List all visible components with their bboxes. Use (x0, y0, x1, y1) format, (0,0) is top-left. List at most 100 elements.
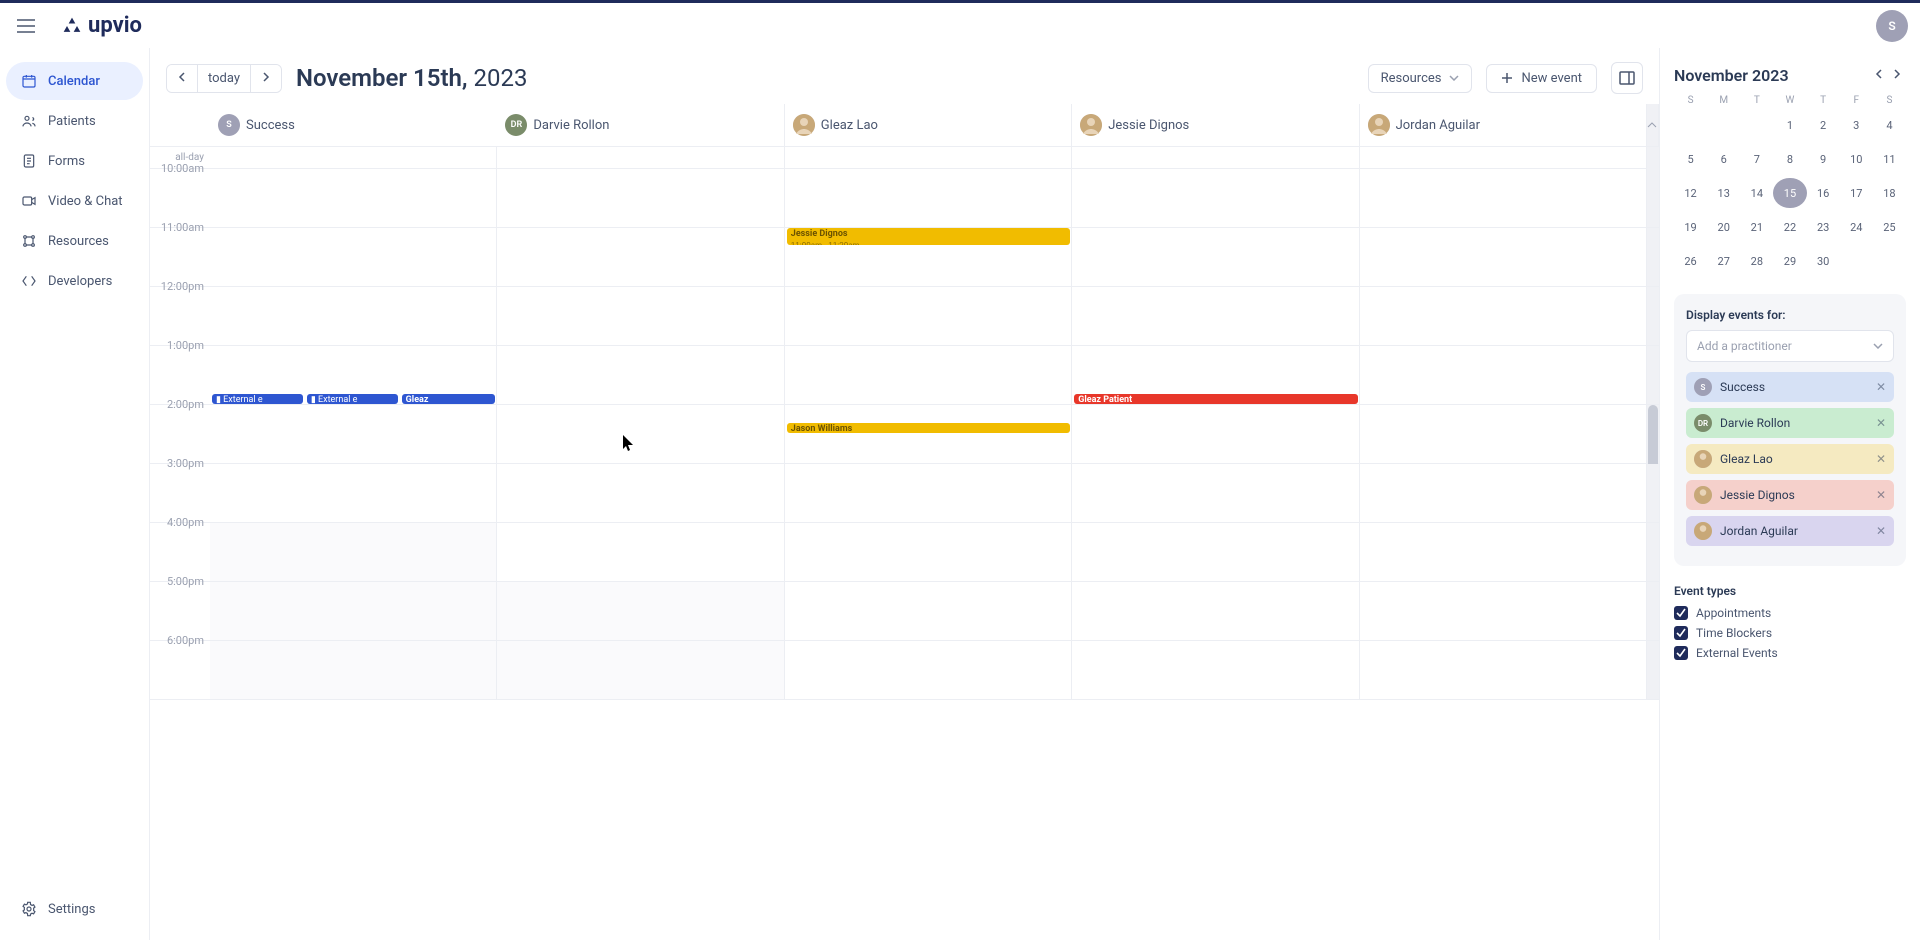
time-slot[interactable] (1072, 169, 1359, 228)
time-slot[interactable] (1360, 346, 1647, 405)
mini-cal-day[interactable]: 8 (1773, 144, 1806, 174)
time-slot[interactable] (1360, 169, 1647, 228)
mini-cal-day[interactable]: 18 (1873, 178, 1906, 208)
scrollbar[interactable] (1647, 464, 1659, 523)
sidebar-item-resources[interactable]: Resources (6, 222, 143, 260)
time-slot[interactable] (1360, 641, 1647, 700)
resource-column-0[interactable]: SSuccess (210, 104, 497, 147)
time-slot[interactable] (210, 287, 497, 346)
mini-cal-day[interactable]: 23 (1807, 212, 1840, 242)
time-slot[interactable] (497, 346, 784, 405)
practitioner-chip[interactable]: Jordan Aguilar✕ (1686, 516, 1894, 546)
sidebar-item-video-chat[interactable]: Video & Chat (6, 182, 143, 220)
sidebar-item-patients[interactable]: Patients (6, 102, 143, 140)
resource-column-3[interactable]: Jessie Dignos (1072, 104, 1359, 147)
time-slot[interactable] (785, 582, 1072, 641)
scroll-up-icon[interactable] (1647, 121, 1657, 129)
mini-cal-day[interactable]: 15 (1773, 178, 1806, 208)
time-slot[interactable] (1072, 405, 1359, 464)
remove-chip-icon[interactable]: ✕ (1876, 488, 1886, 502)
mini-cal-day[interactable]: 19 (1674, 212, 1707, 242)
time-slot[interactable] (210, 464, 497, 523)
mini-cal-day[interactable]: 17 (1840, 178, 1873, 208)
time-slot[interactable] (1360, 464, 1647, 523)
scrollbar[interactable] (1647, 405, 1659, 464)
add-practitioner-dropdown[interactable]: Add a practitioner (1686, 330, 1894, 362)
mini-cal-day[interactable]: 21 (1740, 212, 1773, 242)
time-slot[interactable] (497, 464, 784, 523)
time-slot[interactable] (1072, 287, 1359, 346)
calendar-event[interactable]: ▮ External e (307, 394, 398, 404)
calendar-event[interactable]: ▮ External e (212, 394, 303, 404)
practitioner-chip[interactable]: DRDarvie Rollon✕ (1686, 408, 1894, 438)
scrollbar[interactable] (1647, 169, 1659, 228)
mini-cal-day[interactable]: 9 (1807, 144, 1840, 174)
time-slot[interactable] (1360, 405, 1647, 464)
scrollbar[interactable] (1647, 641, 1659, 700)
mini-cal-day[interactable]: 25 (1873, 212, 1906, 242)
mini-cal-day[interactable]: 2 (1807, 110, 1840, 140)
mini-cal-day[interactable]: 27 (1707, 246, 1740, 276)
time-slot[interactable] (785, 169, 1072, 228)
time-slot[interactable] (210, 641, 497, 700)
time-slot[interactable] (785, 464, 1072, 523)
remove-chip-icon[interactable]: ✕ (1876, 524, 1886, 538)
time-slot[interactable] (497, 582, 784, 641)
time-slot[interactable] (1072, 523, 1359, 582)
calendar-event[interactable]: Gleaz Patient (1074, 394, 1357, 404)
time-slot[interactable] (497, 641, 784, 700)
event-type-checkbox[interactable]: Appointments (1674, 606, 1906, 620)
mini-cal-day[interactable]: 20 (1707, 212, 1740, 242)
event-type-checkbox[interactable]: Time Blockers (1674, 626, 1906, 640)
sidebar-item-developers[interactable]: Developers (6, 262, 143, 300)
practitioner-chip[interactable]: Gleaz Lao✕ (1686, 444, 1894, 474)
sidebar-item-calendar[interactable]: Calendar (6, 62, 143, 100)
remove-chip-icon[interactable]: ✕ (1876, 452, 1886, 466)
time-slot[interactable] (785, 346, 1072, 405)
calendar-event[interactable]: Jessie Dignos11:00am - 11:20am (787, 228, 1070, 245)
mini-cal-day[interactable]: 1 (1773, 110, 1806, 140)
mini-cal-day[interactable]: 3 (1840, 110, 1873, 140)
mini-next-button[interactable] (1888, 64, 1906, 87)
time-slot[interactable] (1360, 582, 1647, 641)
remove-chip-icon[interactable]: ✕ (1876, 380, 1886, 394)
mini-cal-day[interactable]: 24 (1840, 212, 1873, 242)
mini-cal-day[interactable]: 26 (1674, 246, 1707, 276)
resources-dropdown[interactable]: Resources (1368, 64, 1473, 93)
time-slot[interactable] (210, 228, 497, 287)
scrollbar[interactable] (1647, 287, 1659, 346)
mini-prev-button[interactable] (1870, 64, 1888, 87)
mini-cal-day[interactable]: 29 (1773, 246, 1806, 276)
mini-cal-day[interactable]: 10 (1840, 144, 1873, 174)
time-slot[interactable] (210, 169, 497, 228)
time-grid[interactable]: 10:00am11:00am12:00pm1:00pm2:00pm3:00pm4… (150, 169, 1659, 700)
today-button[interactable]: today (197, 65, 250, 92)
time-slot[interactable] (785, 523, 1072, 582)
mini-cal-day[interactable]: 4 (1873, 110, 1906, 140)
mini-cal-day[interactable]: 30 (1807, 246, 1840, 276)
time-slot[interactable] (1072, 228, 1359, 287)
mini-cal-day[interactable]: 12 (1674, 178, 1707, 208)
time-slot[interactable] (210, 405, 497, 464)
menu-toggle[interactable] (12, 12, 40, 40)
time-slot[interactable] (1072, 464, 1359, 523)
mini-cal-day[interactable]: 16 (1807, 178, 1840, 208)
mini-cal-day[interactable]: 11 (1873, 144, 1906, 174)
calendar-event[interactable]: Gleaz (402, 394, 496, 404)
scrollbar[interactable] (1647, 228, 1659, 287)
time-slot[interactable] (785, 405, 1072, 464)
resource-column-2[interactable]: Gleaz Lao (785, 104, 1072, 147)
time-slot[interactable] (497, 287, 784, 346)
right-panel-toggle[interactable] (1611, 62, 1643, 94)
mini-cal-day[interactable]: 6 (1707, 144, 1740, 174)
time-slot[interactable] (1360, 523, 1647, 582)
mini-cal-day[interactable]: 28 (1740, 246, 1773, 276)
time-slot[interactable] (497, 228, 784, 287)
resource-column-4[interactable]: Jordan Aguilar (1360, 104, 1647, 147)
next-day-button[interactable] (250, 65, 281, 92)
remove-chip-icon[interactable]: ✕ (1876, 416, 1886, 430)
practitioner-chip[interactable]: SSuccess✕ (1686, 372, 1894, 402)
mini-cal-day[interactable]: 14 (1740, 178, 1773, 208)
mini-cal-day[interactable]: 5 (1674, 144, 1707, 174)
mini-cal-day[interactable]: 7 (1740, 144, 1773, 174)
